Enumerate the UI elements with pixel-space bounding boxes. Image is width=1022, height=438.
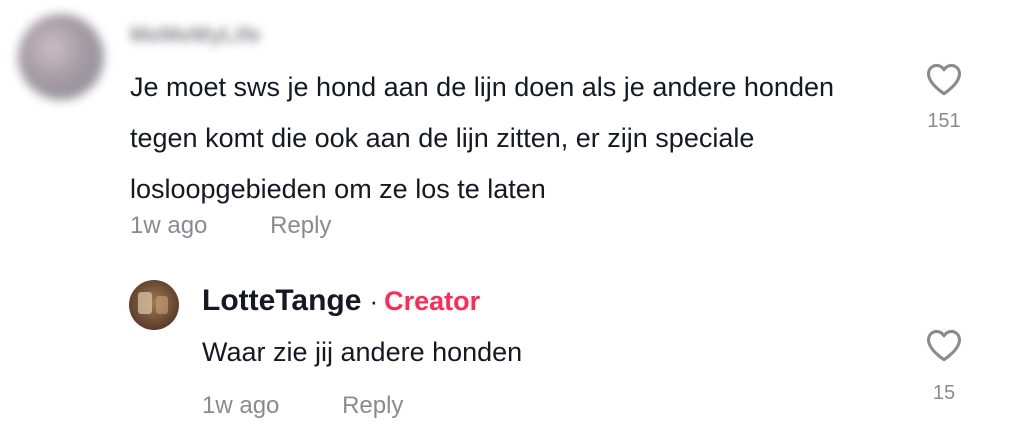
reply-button[interactable]: Reply bbox=[342, 392, 403, 419]
reply-text: Waar zie jij andere honden bbox=[202, 337, 523, 367]
reply-header: LotteTange · Creator bbox=[202, 284, 480, 318]
like-button[interactable]: 15 bbox=[922, 328, 966, 405]
comment-meta: 1w ago Reply bbox=[130, 212, 331, 240]
like-count: 151 bbox=[927, 110, 961, 132]
separator-dot: · bbox=[369, 286, 379, 316]
reply-username[interactable]: LotteTange bbox=[202, 284, 361, 317]
avatar[interactable] bbox=[18, 14, 104, 100]
like-count: 15 bbox=[932, 382, 956, 404]
avatar[interactable] bbox=[129, 280, 179, 330]
comments-panel: MeMeMyLife Je moet sws je hond aan de li… bbox=[0, 0, 1022, 438]
heart-icon[interactable] bbox=[922, 328, 966, 362]
reply-meta: 1w ago Reply bbox=[202, 392, 403, 420]
heart-icon[interactable] bbox=[922, 62, 966, 96]
reply-timestamp: 1w ago bbox=[202, 392, 280, 419]
comment-timestamp: 1w ago bbox=[130, 212, 208, 239]
comment-username[interactable]: MeMeMyLife bbox=[130, 22, 261, 48]
reply-button[interactable]: Reply bbox=[270, 212, 331, 239]
creator-badge: Creator bbox=[384, 286, 481, 316]
comment-text: Je moet sws je hond aan de lijn doen als… bbox=[130, 72, 834, 204]
like-button[interactable]: 151 bbox=[922, 62, 966, 133]
